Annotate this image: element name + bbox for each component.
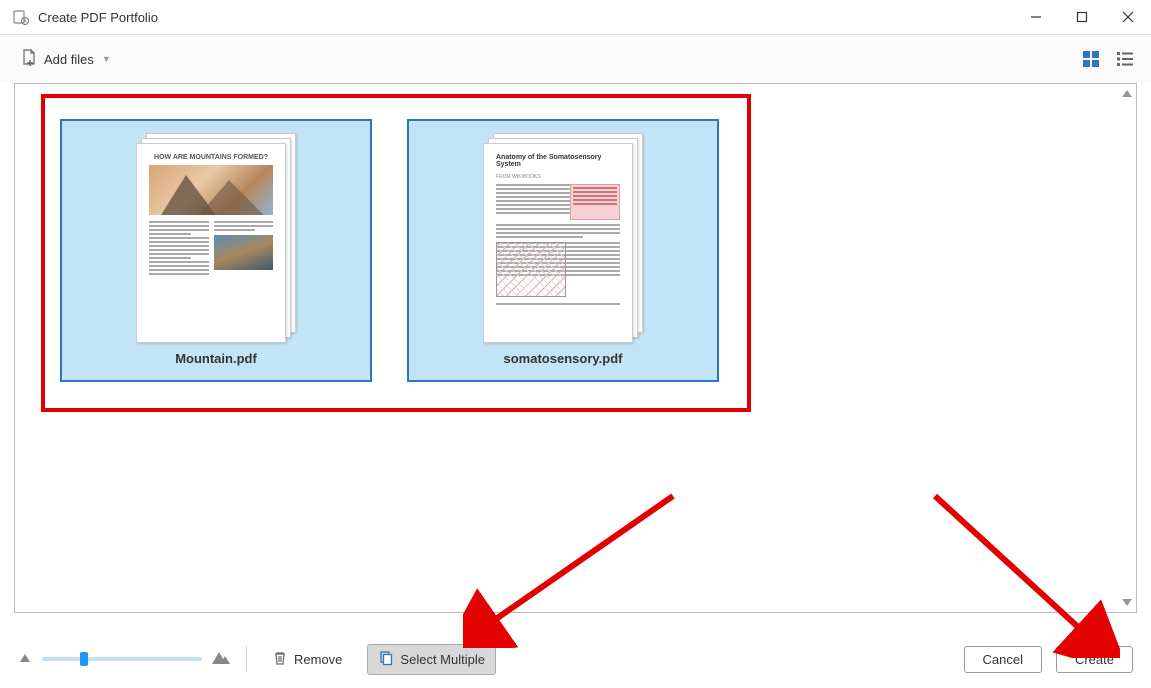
copy-icon — [378, 650, 394, 669]
minimize-button[interactable] — [1013, 0, 1059, 34]
file-name-label: somatosensory.pdf — [504, 351, 623, 366]
scroll-down-icon[interactable] — [1122, 599, 1132, 606]
file-grid: HOW ARE MOUNTAINS FORMED? Mountain.pdf — [60, 119, 719, 382]
close-button[interactable] — [1105, 0, 1151, 34]
list-view-button[interactable] — [1113, 47, 1137, 71]
trash-icon — [272, 650, 288, 669]
add-files-button[interactable]: Add files ▼ — [14, 44, 117, 75]
cancel-button[interactable]: Cancel — [964, 646, 1042, 673]
view-toggle-group — [1079, 47, 1137, 71]
remove-label: Remove — [294, 652, 342, 667]
portfolio-icon — [12, 8, 30, 26]
preview-heading: HOW ARE MOUNTAINS FORMED? — [149, 154, 273, 161]
document-thumbnail: HOW ARE MOUNTAINS FORMED? — [136, 133, 296, 343]
file-tile[interactable]: Anatomy of the Somatosensory System FROM… — [407, 119, 719, 382]
add-file-icon — [20, 48, 38, 71]
scroll-up-icon[interactable] — [1122, 90, 1132, 97]
add-files-label: Add files — [44, 52, 94, 67]
file-name-label: Mountain.pdf — [175, 351, 257, 366]
content-area: HOW ARE MOUNTAINS FORMED? Mountain.pdf — [14, 83, 1137, 613]
file-tile[interactable]: HOW ARE MOUNTAINS FORMED? Mountain.pdf — [60, 119, 372, 382]
create-button[interactable]: Create — [1056, 646, 1133, 673]
preview-heading: Anatomy of the Somatosensory System — [496, 154, 620, 168]
zoom-out-icon[interactable] — [18, 650, 34, 668]
select-multiple-button[interactable]: Select Multiple — [367, 644, 496, 675]
window-controls — [1013, 0, 1151, 34]
toolbar: Add files ▼ — [0, 35, 1151, 83]
window-title: Create PDF Portfolio — [38, 10, 1013, 25]
zoom-in-icon[interactable] — [210, 649, 232, 670]
zoom-slider[interactable] — [42, 657, 202, 661]
select-multiple-label: Select Multiple — [400, 652, 485, 667]
document-thumbnail: Anatomy of the Somatosensory System FROM… — [483, 133, 643, 343]
maximize-button[interactable] — [1059, 0, 1105, 34]
divider — [246, 646, 247, 672]
dropdown-caret-icon: ▼ — [102, 54, 111, 64]
titlebar: Create PDF Portfolio — [0, 0, 1151, 35]
remove-button[interactable]: Remove — [261, 644, 353, 675]
zoom-control — [18, 649, 232, 670]
zoom-slider-thumb[interactable] — [80, 652, 88, 666]
footer-bar: Remove Select Multiple Cancel Create — [0, 630, 1151, 688]
grid-view-button[interactable] — [1079, 47, 1103, 71]
